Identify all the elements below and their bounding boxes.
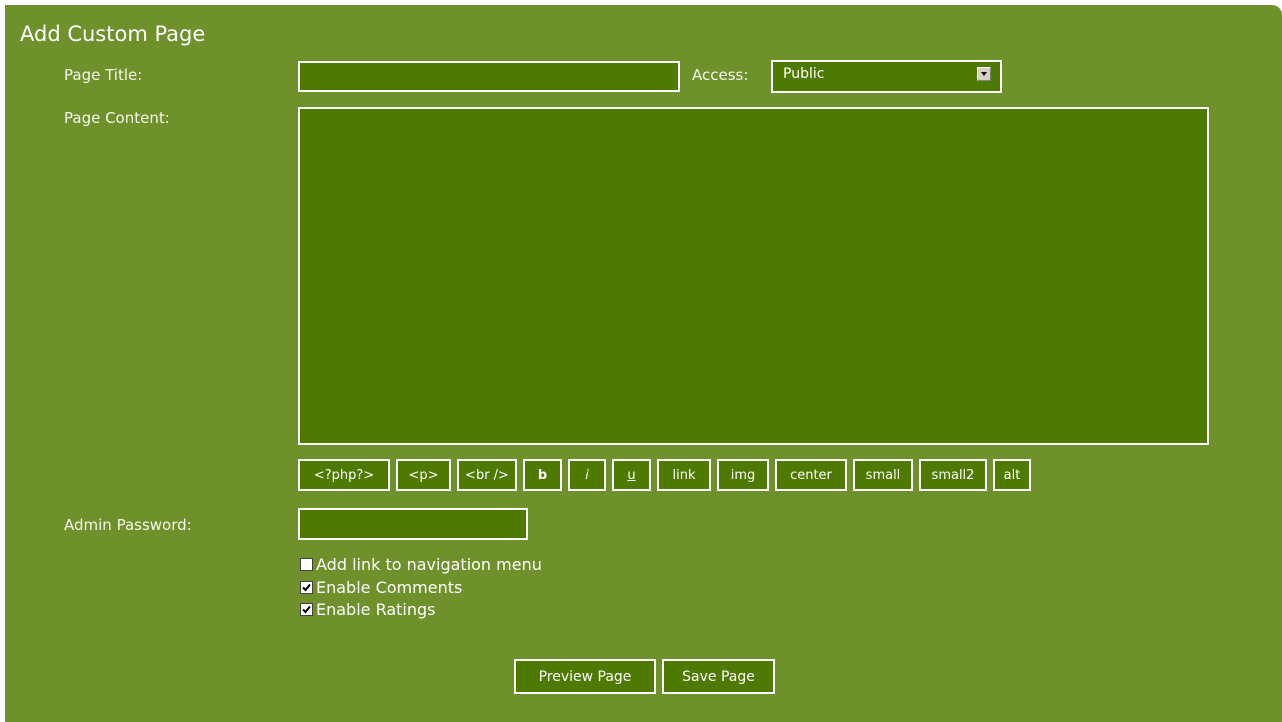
- insert-link-button[interactable]: link: [657, 459, 711, 491]
- page-title-input[interactable]: [298, 61, 680, 92]
- page-title-label: Page Title:: [64, 66, 143, 84]
- page-content-textarea[interactable]: [298, 107, 1209, 445]
- nav-link-label: Add link to navigation menu: [316, 554, 542, 574]
- alt-button[interactable]: alt: [993, 459, 1031, 491]
- insert-br-button[interactable]: <br />: [457, 459, 517, 491]
- access-selected-value: Public: [783, 66, 825, 82]
- nav-link-option[interactable]: Add link to navigation menu: [300, 554, 542, 574]
- ratings-label: Enable Ratings: [316, 599, 436, 619]
- ratings-checkbox[interactable]: [300, 602, 313, 616]
- italic-button[interactable]: i: [568, 459, 606, 491]
- insert-php-button[interactable]: <?php?>: [298, 459, 390, 491]
- ratings-option[interactable]: Enable Ratings: [300, 599, 436, 619]
- comments-label: Enable Comments: [316, 577, 463, 597]
- comments-checkbox[interactable]: [300, 580, 313, 594]
- chevron-down-icon[interactable]: [977, 67, 991, 81]
- access-label: Access:: [692, 66, 749, 84]
- center-button[interactable]: center: [775, 459, 847, 491]
- admin-password-input[interactable]: [298, 508, 528, 540]
- access-select[interactable]: Public: [771, 60, 1002, 93]
- insert-img-button[interactable]: img: [717, 459, 769, 491]
- underline-button[interactable]: u: [612, 459, 651, 491]
- insert-p-button[interactable]: <p>: [396, 459, 451, 491]
- page-content-label: Page Content:: [64, 109, 170, 127]
- small-button[interactable]: small: [853, 459, 913, 491]
- comments-option[interactable]: Enable Comments: [300, 577, 462, 597]
- admin-password-label: Admin Password:: [64, 516, 192, 534]
- small2-button[interactable]: small2: [919, 459, 987, 491]
- save-page-button[interactable]: Save Page: [662, 659, 775, 694]
- page-title: Add Custom Page: [20, 22, 206, 46]
- checkmark-icon: [302, 583, 311, 591]
- preview-page-button[interactable]: Preview Page: [514, 659, 656, 694]
- bold-button[interactable]: b: [523, 459, 562, 491]
- checkmark-icon: [302, 605, 311, 613]
- nav-link-checkbox[interactable]: [300, 557, 313, 571]
